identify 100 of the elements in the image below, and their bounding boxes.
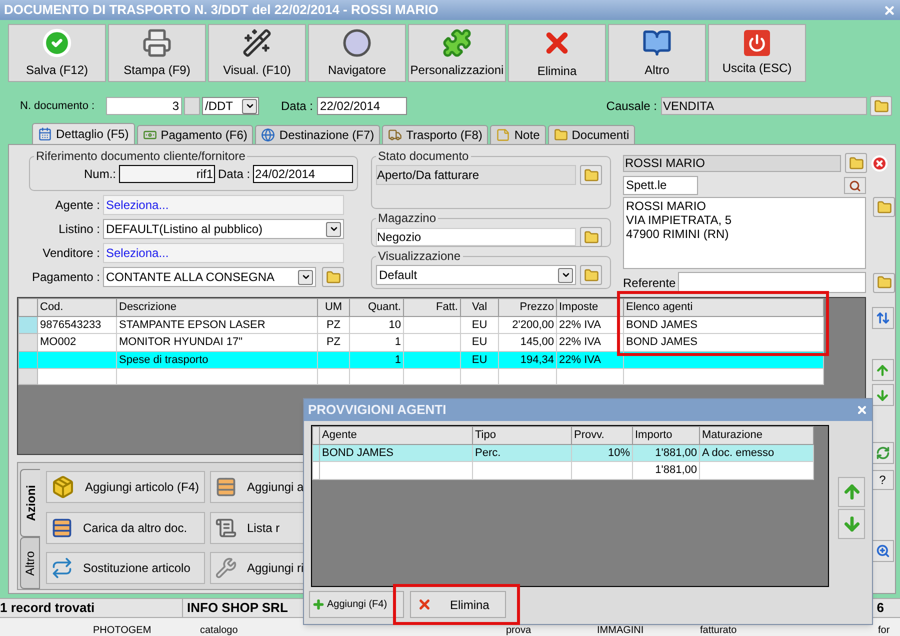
column-header[interactable]: Imposte xyxy=(556,298,624,316)
table-cell: 1 xyxy=(394,354,401,366)
puzzle-icon xyxy=(442,28,472,58)
folder-button[interactable] xyxy=(873,272,895,292)
column-header[interactable]: Elenco agenti xyxy=(624,298,824,316)
status-field: Aperto/Da fatturare xyxy=(376,165,576,185)
background-text: fatturato xyxy=(700,625,737,636)
folder-button[interactable] xyxy=(845,153,867,173)
delete-icon[interactable] xyxy=(871,154,888,172)
selection-field[interactable]: Seleziona... xyxy=(103,195,344,215)
warehouse-field[interactable]: Negozio xyxy=(376,228,576,246)
salutation-field[interactable]: Spett.le xyxy=(623,176,698,195)
dropdown-field[interactable]: CONTANTE ALLA CONSEGNA xyxy=(103,267,316,287)
table-row[interactable]: Spese di trasporto 1 EU 194,34 22% IVA xyxy=(18,351,824,368)
tab[interactable]: Trasporto (F8) xyxy=(382,125,488,144)
scroll-icon xyxy=(215,516,237,539)
view-dropdown[interactable]: Default xyxy=(376,265,576,285)
table-row[interactable]: 9876543233 STAMPANTE EPSON LASER PZ 10 EU 2'200,00 22% IVA BOND JAMES xyxy=(18,316,824,334)
delete-button[interactable]: Elimina xyxy=(410,591,506,618)
toolbar-button[interactable]: Stampa (F9) xyxy=(108,24,206,82)
column-header[interactable]: Provv. xyxy=(572,426,632,444)
series-dropdown[interactable]: /DDT xyxy=(202,97,259,115)
column-header[interactable]: Val xyxy=(460,298,498,316)
box-icon xyxy=(51,475,75,499)
date-field[interactable]: 22/02/2014 xyxy=(317,97,408,115)
column-header[interactable]: UM xyxy=(318,298,350,316)
folder-button[interactable] xyxy=(580,265,602,285)
folder-button[interactable] xyxy=(873,197,895,217)
column-header[interactable]: Fatt. xyxy=(404,298,460,316)
swap-icon xyxy=(51,557,73,580)
dropdown-button[interactable] xyxy=(242,98,257,114)
tab[interactable]: Dettaglio (F5) xyxy=(32,123,135,144)
column-header[interactable]: Quant. xyxy=(350,298,404,316)
reference-number-field[interactable]: rif1 xyxy=(119,165,216,183)
dropdown-button[interactable] xyxy=(558,268,573,282)
dropdown-button[interactable] xyxy=(298,270,313,284)
address-field[interactable]: ROSSI MARIO VIA IMPIETRATA, 5 47900 RIMINI (RN) xyxy=(623,197,866,269)
table-row[interactable]: MO002 MONITOR HYUNDAI 17" PZ 1 EU 145,00 22% IVA BOND JAMES xyxy=(18,334,824,351)
selection-field[interactable]: Seleziona... xyxy=(103,243,344,263)
background-text: catalogo xyxy=(200,625,238,636)
spin-button[interactable] xyxy=(184,97,200,115)
column-header[interactable]: Prezzo xyxy=(498,298,556,316)
tab[interactable]: Note xyxy=(490,125,546,144)
folder-button[interactable] xyxy=(580,165,602,185)
note-icon xyxy=(496,128,510,142)
column-header[interactable]: Tipo xyxy=(472,426,572,444)
table-cell: STAMPANTE EPSON LASER xyxy=(119,318,266,330)
refresh-button[interactable] xyxy=(872,442,894,464)
move-down-button[interactable] xyxy=(872,384,894,406)
dropdown-button[interactable] xyxy=(326,222,341,236)
zoom-button[interactable] xyxy=(872,540,894,562)
tab[interactable]: Destinazione (F7) xyxy=(255,125,380,144)
toolbar-button[interactable]: Elimina xyxy=(508,24,606,82)
column-header[interactable]: Cod. xyxy=(38,298,116,316)
tab[interactable]: Documenti xyxy=(548,125,636,144)
column-header[interactable]: Descrizione xyxy=(116,298,318,316)
folder-icon xyxy=(876,275,892,290)
folder-button[interactable] xyxy=(580,227,602,247)
referente-field[interactable] xyxy=(678,272,866,293)
toolbar-button[interactable]: Salva (F12) xyxy=(8,24,106,82)
column-header[interactable]: Agente xyxy=(320,426,472,444)
row-indicator[interactable] xyxy=(18,334,38,351)
table-cell: A doc. emesso xyxy=(702,446,774,458)
tab[interactable]: Pagamento (F6) xyxy=(136,125,254,144)
dropdown-field[interactable]: DEFAULT(Listino al pubblico) xyxy=(103,219,344,239)
vertical-tab[interactable]: Azioni xyxy=(20,469,40,538)
table-cell: BOND JAMES xyxy=(626,336,698,348)
help-button[interactable]: ? xyxy=(872,470,894,490)
reference-date-field[interactable]: 24/02/2014 xyxy=(253,165,354,183)
vertical-tab[interactable]: Altro xyxy=(20,537,40,589)
close-icon[interactable] xyxy=(883,4,896,16)
number-field[interactable]: 3 xyxy=(106,97,182,115)
column-header[interactable]: Maturazione xyxy=(700,426,814,444)
reorder-button[interactable] xyxy=(872,307,894,329)
toolbar-button[interactable]: Visual. (F10) xyxy=(208,24,306,82)
folder-button[interactable] xyxy=(870,96,892,116)
row-indicator[interactable] xyxy=(18,316,38,334)
group-title: Visualizzazione xyxy=(377,248,462,265)
toolbar-button[interactable]: Personalizzazioni xyxy=(408,24,506,82)
toolbar-button[interactable]: Altro xyxy=(608,24,706,82)
move-up-button[interactable] xyxy=(838,477,865,507)
toolbar-button[interactable]: Uscita (ESC) xyxy=(708,24,806,82)
move-up-button[interactable] xyxy=(872,359,894,381)
action-button[interactable]: Sostituzione articolo xyxy=(46,552,205,584)
move-down-button[interactable] xyxy=(838,509,865,539)
close-icon[interactable] xyxy=(856,404,868,416)
table-row[interactable]: BOND JAMES Perc. 10% 1'881,00 A doc. emesso xyxy=(312,444,814,462)
search-button[interactable] xyxy=(844,177,866,194)
column-header[interactable]: Importo xyxy=(632,426,700,444)
causale-field[interactable]: VENDITA xyxy=(661,97,867,115)
add-button[interactable]: Aggiungi (F4) xyxy=(309,591,404,618)
group-title: Riferimento documento cliente/fornitore xyxy=(35,148,246,165)
status-text: INFO SHOP SRL xyxy=(186,599,288,618)
action-button[interactable]: Aggiungi articolo (F4) xyxy=(46,471,205,503)
row-indicator[interactable] xyxy=(18,351,38,368)
customer-name-field: ROSSI MARIO xyxy=(623,154,841,172)
folder-button[interactable] xyxy=(322,267,344,287)
action-button[interactable]: Carica da altro doc. xyxy=(46,512,205,544)
toolbar-button[interactable]: Navigatore xyxy=(308,24,406,82)
group-title: Stato documento xyxy=(377,148,470,165)
